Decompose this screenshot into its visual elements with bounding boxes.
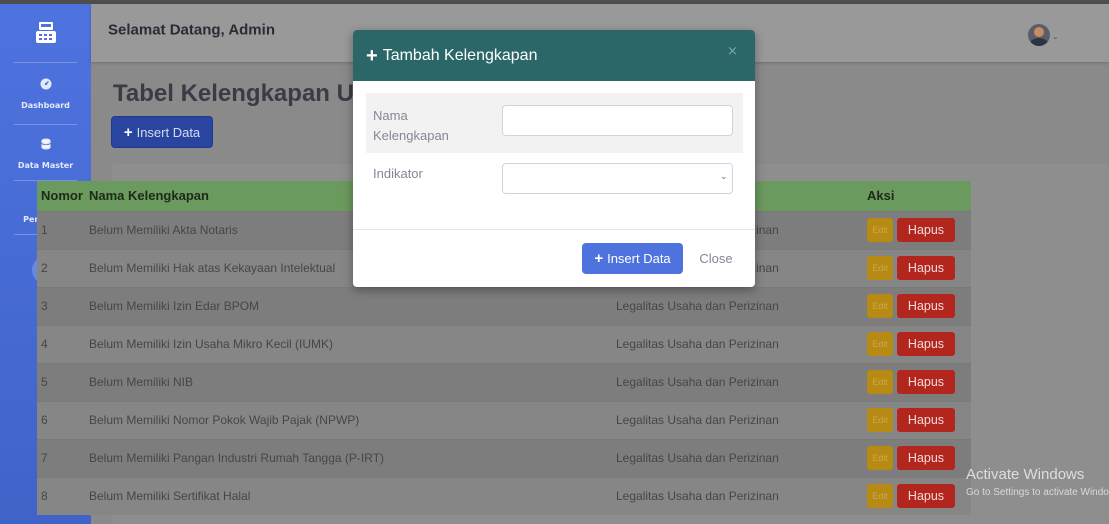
activation-watermark-title: Activate Windows bbox=[966, 466, 1085, 483]
table-row: 4 Belum Memiliki Izin Usaha Mikro Kecil … bbox=[37, 324, 971, 363]
table-row: 3 Belum Memiliki Izin Edar BPOM Legalita… bbox=[37, 286, 971, 325]
delete-button[interactable]: Hapus bbox=[897, 370, 955, 394]
delete-button[interactable]: Hapus bbox=[897, 294, 955, 318]
sidebar-divider bbox=[14, 124, 77, 125]
cell-nomor: 7 bbox=[37, 438, 85, 477]
modal-insert-data-button[interactable]: + Insert Data bbox=[582, 243, 683, 274]
column-header-nomor: Nomor bbox=[37, 181, 85, 211]
edit-button[interactable]: Edit bbox=[867, 408, 893, 432]
cell-nomor: 3 bbox=[37, 286, 85, 325]
activation-watermark-subtitle: Go to Settings to activate Windows. bbox=[966, 487, 1109, 498]
edit-button[interactable]: Edit bbox=[867, 256, 893, 280]
plus-icon: + bbox=[123, 123, 133, 141]
cell-nomor: 8 bbox=[37, 476, 85, 515]
cell-indikator: Legalitas Usaha dan Perizinan bbox=[612, 400, 863, 439]
cell-nama: Belum Memiliki Izin Edar BPOM bbox=[85, 286, 612, 325]
cell-aksi: Edit Hapus bbox=[863, 400, 971, 439]
edit-button[interactable]: Edit bbox=[867, 218, 893, 242]
tachometer-icon bbox=[40, 78, 51, 90]
welcome-text: Selamat Datang, Admin bbox=[108, 21, 275, 39]
cell-nama: Belum Memiliki Nomor Pokok Wajib Pajak (… bbox=[85, 400, 612, 439]
modal-title: + Tambah Kelengkapan bbox=[366, 46, 537, 66]
cell-aksi: Edit Hapus bbox=[863, 438, 971, 477]
modal-close-button[interactable]: Close bbox=[691, 243, 741, 274]
sidebar-item-label: Data Master bbox=[17, 161, 74, 170]
edit-button[interactable]: Edit bbox=[867, 294, 893, 318]
delete-button[interactable]: Hapus bbox=[897, 256, 955, 280]
cell-indikator: Legalitas Usaha dan Perizinan bbox=[612, 286, 863, 325]
user-avatar[interactable] bbox=[1028, 24, 1050, 46]
column-header-aksi: Aksi bbox=[863, 181, 971, 211]
indikator-select[interactable]: ⌄ bbox=[502, 163, 733, 194]
modal-footer-divider bbox=[353, 229, 755, 230]
cell-indikator: Legalitas Usaha dan Perizinan bbox=[612, 362, 863, 401]
chevron-down-icon[interactable]: ⌄ bbox=[1052, 32, 1059, 41]
delete-button[interactable]: Hapus bbox=[897, 408, 955, 432]
cell-aksi: Edit Hapus bbox=[863, 210, 971, 249]
sidebar-divider bbox=[14, 62, 77, 63]
modal-title-text: Tambah Kelengkapan bbox=[382, 47, 538, 64]
modal-header: + Tambah Kelengkapan × bbox=[353, 30, 755, 81]
cell-nomor: 4 bbox=[37, 324, 85, 363]
cell-nomor: 5 bbox=[37, 362, 85, 401]
table-row: 8 Belum Memiliki Sertifikat Halal Legali… bbox=[37, 476, 971, 515]
sidebar-brand[interactable] bbox=[0, 4, 91, 60]
sidebar-item-label: Dashboard bbox=[21, 101, 70, 110]
cell-nama: Belum Memiliki Sertifikat Halal bbox=[85, 476, 612, 515]
cell-nama: Belum Memiliki Izin Usaha Mikro Kecil (I… bbox=[85, 324, 612, 363]
cell-aksi: Edit Hapus bbox=[863, 476, 971, 515]
table-row: 6 Belum Memiliki Nomor Pokok Wajib Pajak… bbox=[37, 400, 971, 439]
cell-aksi: Edit Hapus bbox=[863, 248, 971, 287]
delete-button[interactable]: Hapus bbox=[897, 484, 955, 509]
cell-nomor: 2 bbox=[37, 248, 85, 287]
plus-icon: + bbox=[366, 45, 378, 67]
database-icon bbox=[40, 138, 51, 150]
edit-button[interactable]: Edit bbox=[867, 332, 893, 356]
cash-register-icon bbox=[35, 22, 56, 43]
cell-aksi: Edit Hapus bbox=[863, 324, 971, 363]
delete-button[interactable]: Hapus bbox=[897, 332, 955, 356]
cell-aksi: Edit Hapus bbox=[863, 362, 971, 401]
delete-button[interactable]: Hapus bbox=[897, 218, 955, 242]
cell-aksi: Edit Hapus bbox=[863, 286, 971, 325]
nama-kelengkapan-label: Nama Kelengkapan bbox=[373, 108, 449, 143]
cell-nomor: 6 bbox=[37, 400, 85, 439]
edit-button[interactable]: Edit bbox=[867, 370, 893, 394]
delete-button[interactable]: Hapus bbox=[897, 446, 955, 470]
sidebar-item-dashboard[interactable]: Dashboard bbox=[0, 78, 91, 112]
indikator-label: Indikator bbox=[373, 166, 423, 181]
table-row: 5 Belum Memiliki NIB Legalitas Usaha dan… bbox=[37, 362, 971, 401]
insert-data-button[interactable]: + Insert Data bbox=[111, 116, 213, 148]
cell-indikator: Legalitas Usaha dan Perizinan bbox=[612, 324, 863, 363]
cell-indikator: Legalitas Usaha dan Perizinan bbox=[612, 438, 863, 477]
edit-button[interactable]: Edit bbox=[867, 446, 893, 470]
close-icon[interactable]: × bbox=[727, 44, 738, 59]
edit-button[interactable]: Edit bbox=[867, 484, 893, 509]
cell-nomor: 1 bbox=[37, 210, 85, 249]
plus-icon: + bbox=[594, 250, 604, 267]
chevron-down-icon: ⌄ bbox=[720, 172, 728, 182]
cell-nama: Belum Memiliki Pangan Industri Rumah Tan… bbox=[85, 438, 612, 477]
cell-indikator: Legalitas Usaha dan Perizinan bbox=[612, 476, 863, 515]
modal-insert-label: Insert Data bbox=[607, 251, 671, 266]
add-kelengkapan-modal: + Tambah Kelengkapan × Nama Kelengkapan … bbox=[353, 30, 755, 287]
sidebar-item-data-master[interactable]: Data Master bbox=[0, 138, 91, 172]
table-row: 7 Belum Memiliki Pangan Industri Rumah T… bbox=[37, 438, 971, 477]
nama-kelengkapan-input[interactable] bbox=[502, 105, 733, 136]
insert-data-label: Insert Data bbox=[136, 124, 201, 140]
cell-nama: Belum Memiliki NIB bbox=[85, 362, 612, 401]
